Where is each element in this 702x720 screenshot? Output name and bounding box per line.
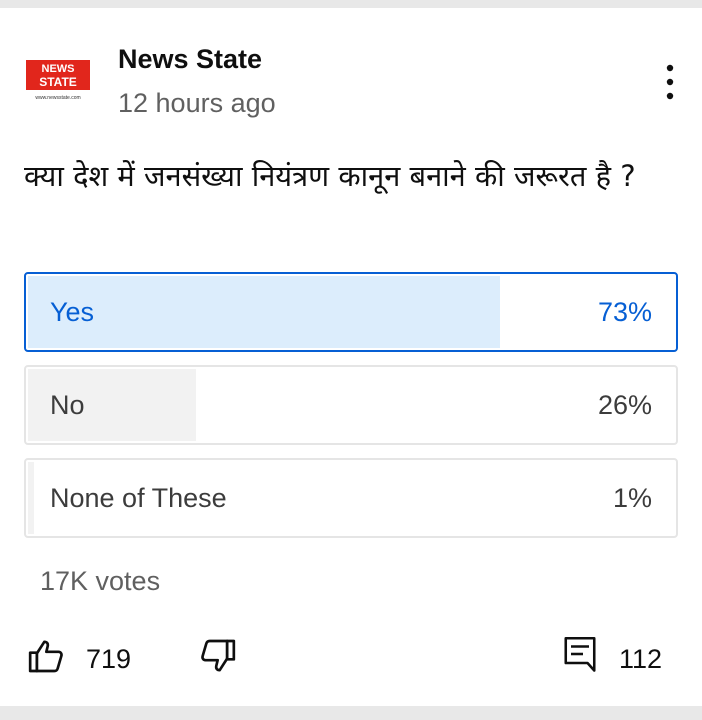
poll-option-label: None of These xyxy=(50,483,227,513)
comment-count: 112 xyxy=(619,644,663,674)
channel-name[interactable]: News State xyxy=(118,44,262,75)
vote-count: 17K votes xyxy=(40,566,161,596)
post-timestamp[interactable]: 12 hours ago xyxy=(118,88,276,119)
thumb-down-outline-icon[interactable] xyxy=(198,636,238,676)
poll-option-label: No xyxy=(50,390,85,420)
logo-text-state: STATE xyxy=(39,75,77,89)
logo-url-text: www.newsstate.com xyxy=(35,95,80,101)
comment-icon[interactable] xyxy=(562,634,598,674)
channel-logo[interactable]: NEWS STATE www.newsstate.com xyxy=(24,58,92,104)
poll-option-percent: 26% xyxy=(597,390,652,420)
like-count: 719 xyxy=(86,644,132,674)
poll-option-none-of-these[interactable]: None of These 1% xyxy=(24,458,678,538)
poll-option-percent: 73% xyxy=(597,297,652,327)
more-vert-icon[interactable] xyxy=(656,60,684,104)
poll-question: क्या देश में जनसंख्या नियंत्रण कानून बना… xyxy=(24,159,636,193)
poll-option-bar xyxy=(28,462,34,534)
poll-option-bar xyxy=(28,276,500,348)
logo-text-news: NEWS xyxy=(42,63,75,75)
poll-option-percent: 1% xyxy=(612,483,652,513)
poll-option-label: Yes xyxy=(50,297,95,327)
poll-option-no[interactable]: No 26% xyxy=(24,365,678,445)
poll-option-yes[interactable]: Yes 73% xyxy=(24,272,678,352)
thumb-up-outline-icon[interactable] xyxy=(26,636,66,676)
community-post-card: NEWS STATE www.newsstate.com News State … xyxy=(0,8,702,706)
